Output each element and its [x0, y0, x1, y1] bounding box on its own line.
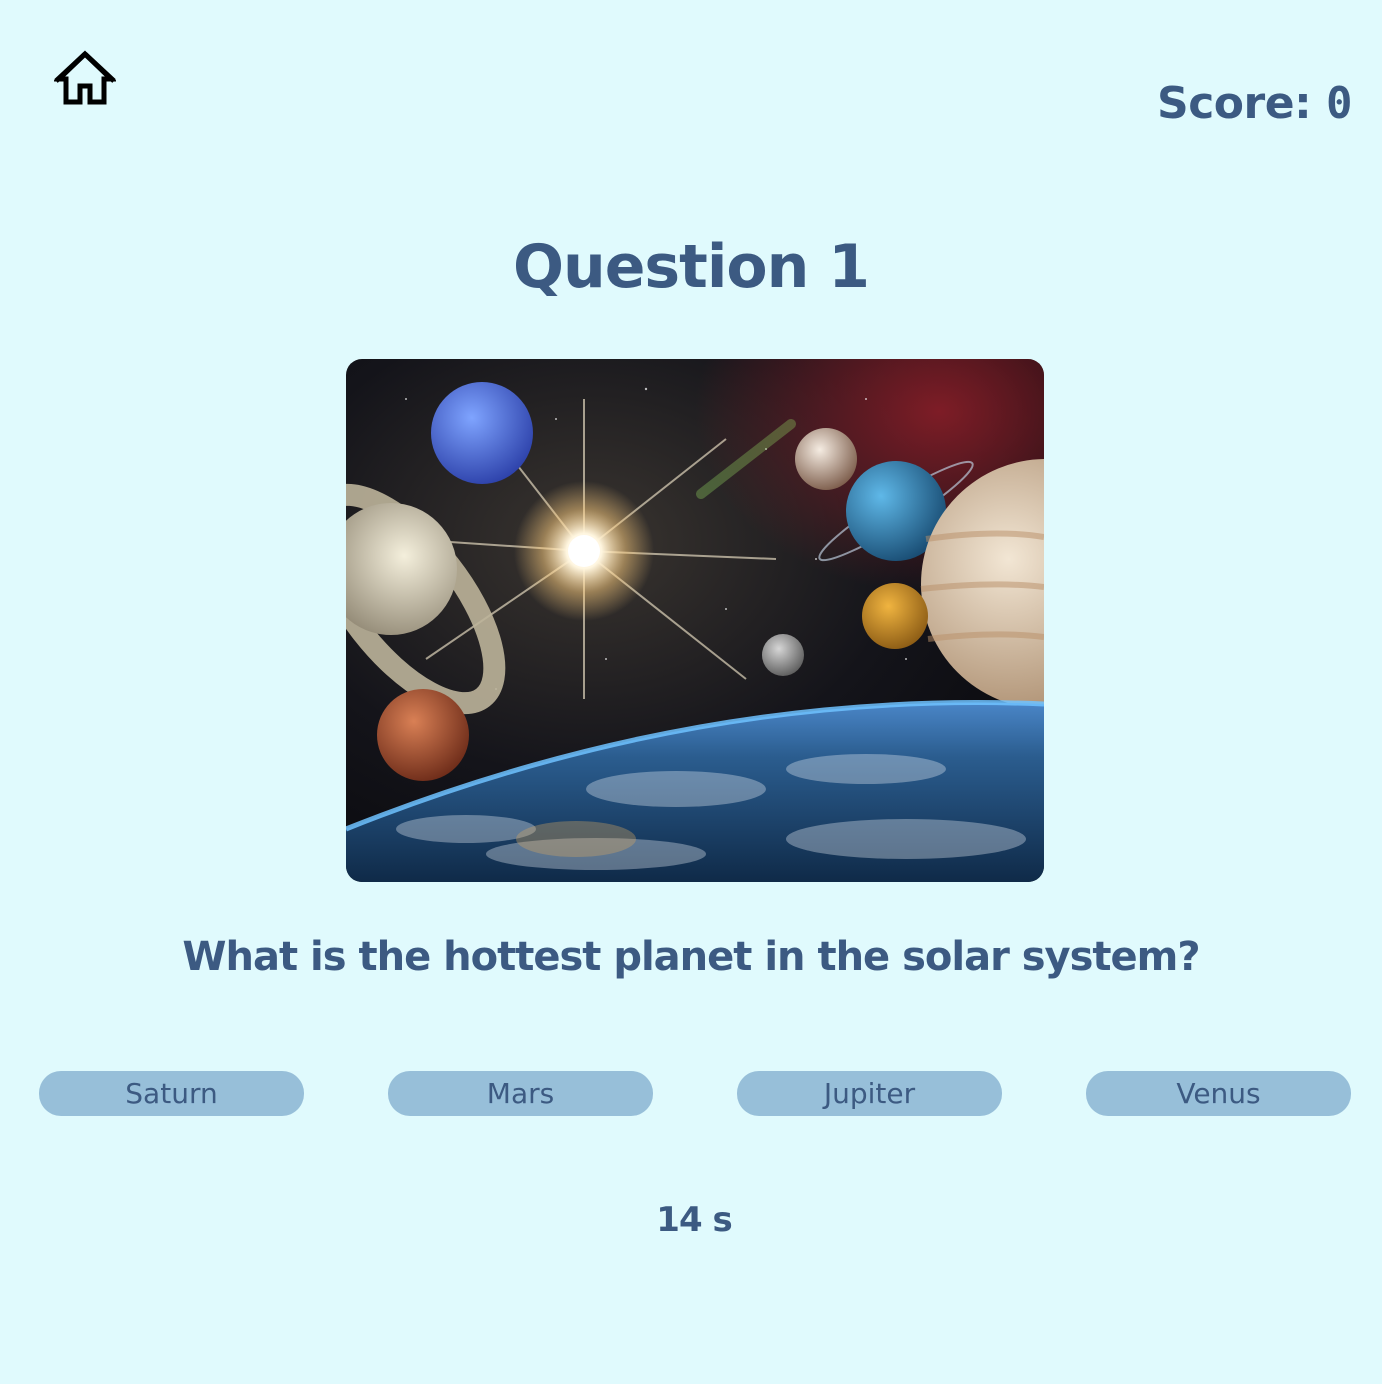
- answer-button-venus[interactable]: Venus: [1086, 1071, 1351, 1116]
- answer-button-jupiter[interactable]: Jupiter: [737, 1071, 1002, 1116]
- solar-system-illustration: [346, 359, 1044, 882]
- home-button[interactable]: [54, 50, 116, 108]
- question-text: What is the hottest planet in the solar …: [182, 934, 1200, 980]
- countdown-timer: 14 s: [656, 1200, 732, 1240]
- score-label: Score:: [1157, 78, 1312, 129]
- answer-button-saturn[interactable]: Saturn: [39, 1071, 304, 1116]
- question-image: [346, 359, 1044, 882]
- score-value: 0: [1326, 78, 1353, 129]
- score-display: Score: 0: [1157, 78, 1352, 129]
- answer-options: Saturn Mars Jupiter Venus: [39, 1071, 1351, 1116]
- home-icon: [54, 50, 116, 105]
- answer-button-mars[interactable]: Mars: [388, 1071, 653, 1116]
- question-title: Question 1: [513, 232, 870, 302]
